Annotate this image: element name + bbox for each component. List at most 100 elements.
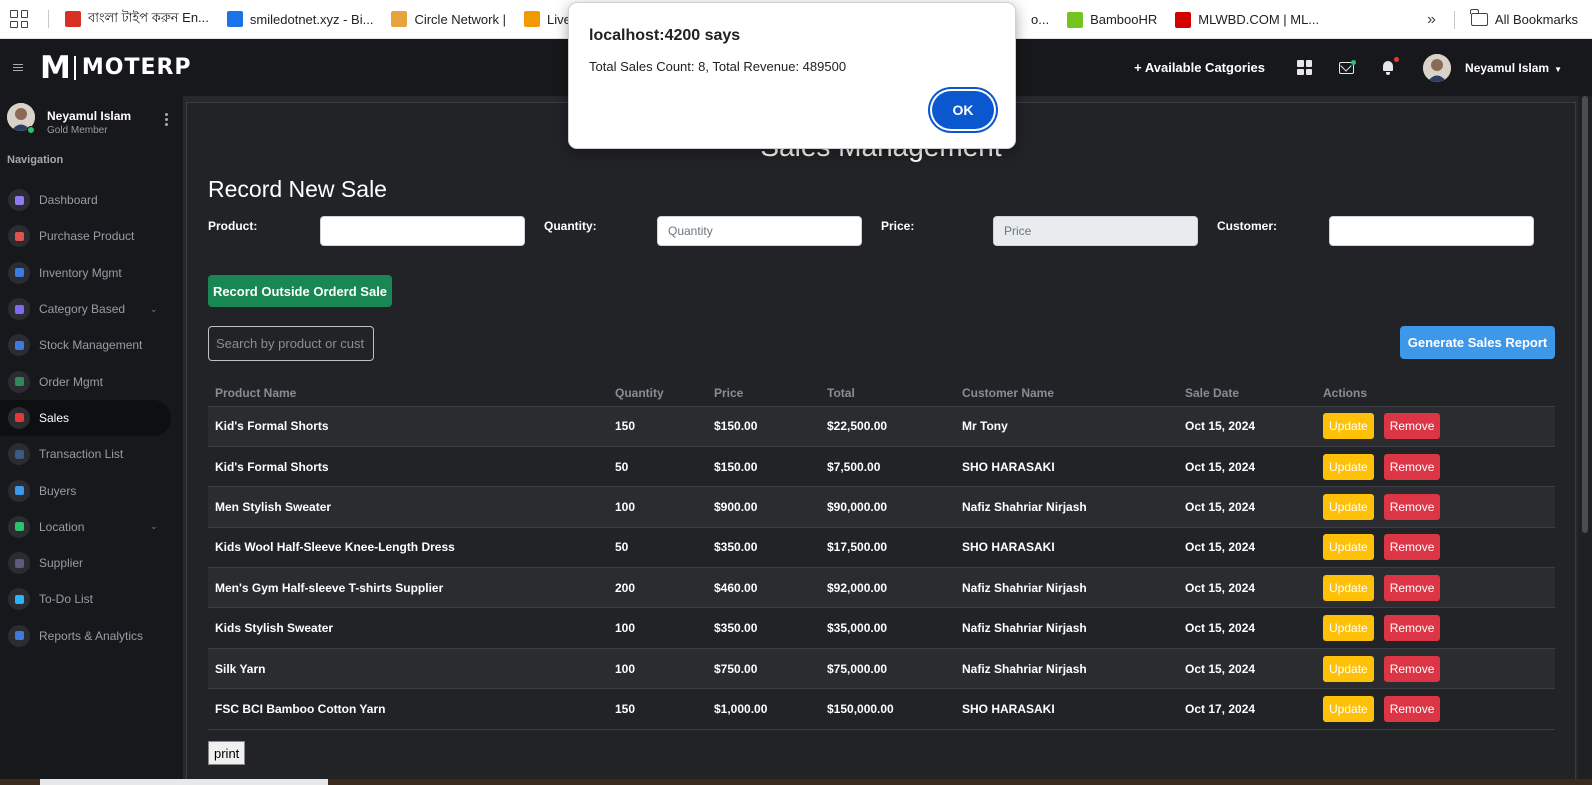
search-input[interactable]: Search by product or cust: [208, 326, 374, 361]
update-button[interactable]: Update: [1323, 655, 1374, 682]
bookmark-list-right: o... BambooHR MLWBD.COM | ML...: [1008, 0, 1337, 39]
update-button[interactable]: Update: [1323, 695, 1374, 722]
update-button[interactable]: Update: [1323, 413, 1374, 440]
sidebar-item-dashboard[interactable]: Dashboard: [0, 182, 183, 218]
bookmark-item[interactable]: বাংলা টাইপ করুন En...: [65, 9, 209, 30]
bookmark-item[interactable]: MLWBD.COM | ML...: [1175, 11, 1319, 28]
col-quantity: Quantity: [615, 385, 664, 400]
remove-button[interactable]: Remove: [1383, 695, 1441, 722]
update-button[interactable]: Update: [1323, 493, 1374, 520]
remove-button[interactable]: Remove: [1383, 534, 1441, 561]
bookmarks-right: » All Bookmarks: [1427, 0, 1578, 39]
sidebar-item-label: Sales: [39, 410, 70, 425]
customer-field[interactable]: [1329, 216, 1534, 246]
cell-customer: SHO HARASAKI: [955, 688, 1178, 730]
sidebar-item-purchase-product[interactable]: Purchase Product: [0, 218, 183, 254]
bell-icon[interactable]: [1381, 57, 1400, 75]
cell-product: Kids Wool Half-Sleeve Knee-Length Dress: [208, 526, 608, 568]
apps-icon[interactable]: [1297, 60, 1313, 75]
cell-product: Men's Gym Half-sleeve T-shirts Supplier: [208, 567, 608, 608]
nav-heading: Navigation: [7, 154, 64, 166]
logo-text: MOTERP: [81, 55, 192, 80]
generate-sales-report-button[interactable]: Generate Sales Report: [1400, 326, 1555, 359]
category-icon: [8, 298, 30, 321]
update-button[interactable]: Update: [1323, 534, 1374, 561]
cell-total: $35,000.00: [820, 607, 955, 649]
sidebar-item-label: Location: [39, 519, 85, 534]
sidebar-item-label: Transaction List: [39, 447, 124, 462]
bookmark-label: Circle Network |: [414, 11, 506, 27]
remove-button[interactable]: Remove: [1383, 574, 1441, 601]
cell-actions: Update Remove: [1316, 445, 1555, 487]
supplier-icon: [8, 552, 30, 575]
product-label: Product:: [208, 219, 258, 233]
bookmark-item[interactable]: Circle Network |: [391, 11, 506, 27]
app-logo[interactable]: M MOTERP: [40, 50, 192, 86]
update-button[interactable]: Update: [1323, 615, 1374, 642]
online-status-icon: [27, 126, 35, 134]
ok-button[interactable]: OK: [932, 91, 994, 129]
cell-customer: Nafiz Shahriar Nirjash: [955, 607, 1178, 649]
kebab-menu-icon[interactable]: [165, 113, 168, 126]
update-button[interactable]: Update: [1323, 574, 1374, 601]
bookmark-item[interactable]: BambooHR: [1067, 11, 1158, 28]
avatar[interactable]: [1423, 53, 1452, 82]
table-row: Kids Stylish Sweater 100 $350.00 $35,000.00…: [208, 607, 1555, 649]
cell-price: $150.00: [707, 445, 820, 487]
sidebar-item-category-based[interactable]: Category Based ⌄: [0, 291, 183, 327]
cell-quantity: 50: [608, 445, 707, 487]
remove-button[interactable]: Remove: [1383, 493, 1441, 520]
cell-customer: Nafiz Shahriar Nirjash: [955, 567, 1178, 608]
bookmark-favicon-icon: [65, 11, 81, 27]
sidebar-item-order-mgmt[interactable]: Order Mgmt: [0, 363, 183, 399]
sales-table-body: Kid's Formal Shorts 150 $150.00 $22,500.00 M…: [208, 405, 1555, 730]
quantity-label: Quantity:: [544, 219, 597, 233]
sidebar-item-transaction-list[interactable]: Transaction List: [0, 436, 183, 472]
sidebar-item-inventory-mgmt[interactable]: Inventory Mgmt: [0, 255, 183, 291]
cell-actions: Update Remove: [1316, 405, 1555, 447]
sales-table: Product Name Quantity Price Total Custom…: [208, 380, 1555, 730]
print-button[interactable]: print: [208, 741, 246, 765]
remove-button[interactable]: Remove: [1383, 453, 1441, 480]
cell-customer: SHO HARASAKI: [955, 526, 1178, 568]
menu-toggle-icon[interactable]: [13, 64, 23, 71]
record-outside-sale-button[interactable]: Record Outside Orderd Sale: [208, 275, 392, 307]
update-button[interactable]: Update: [1323, 453, 1374, 480]
sidebar-item-stock-management[interactable]: Stock Management: [0, 327, 183, 363]
bookmark-favicon-icon: [226, 11, 243, 27]
header-user-name[interactable]: Neyamul Islam ▼: [1465, 61, 1562, 75]
section-title: Record New Sale: [208, 176, 387, 202]
mail-icon[interactable]: [1339, 59, 1357, 74]
bookmark-item[interactable]: smiledotnet.xyz - Bi...: [226, 11, 374, 27]
all-bookmarks-link[interactable]: All Bookmarks: [1495, 12, 1578, 27]
list-icon: [8, 225, 30, 248]
bookmark-label: smiledotnet.xyz - Bi...: [249, 11, 374, 27]
cell-date: Oct 15, 2024: [1178, 647, 1316, 689]
remove-button[interactable]: Remove: [1383, 413, 1441, 440]
transaction-icon: [8, 443, 30, 466]
more-bookmarks-icon[interactable]: »: [1427, 11, 1436, 29]
available-categories-link[interactable]: + Available Catgories: [1134, 60, 1265, 75]
sidebar-item-sales[interactable]: Sales: [0, 399, 171, 437]
sidebar-user-name: Neyamul Islam: [47, 109, 132, 123]
remove-button[interactable]: Remove: [1383, 655, 1441, 682]
product-field[interactable]: [320, 216, 525, 246]
sidebar-item-supplier[interactable]: Supplier: [0, 545, 183, 581]
scrollbar-thumb[interactable]: [1582, 96, 1588, 533]
cell-total: $7,500.00: [820, 445, 955, 487]
remove-button[interactable]: Remove: [1383, 615, 1441, 642]
reports-icon: [8, 624, 30, 647]
cell-total: $17,500.00: [820, 526, 955, 568]
bookmark-label: BambooHR: [1090, 12, 1158, 27]
sidebar-item-location[interactable]: Location ⌄: [0, 509, 183, 545]
price-field: Price: [993, 216, 1198, 246]
sidebar-item-buyers[interactable]: Buyers: [0, 472, 183, 508]
price-label: Price:: [881, 219, 915, 233]
quantity-field[interactable]: Quantity: [657, 216, 862, 246]
bookmark-favicon-icon: [523, 11, 540, 27]
sidebar-item-label: Category Based: [39, 302, 126, 317]
sidebar-item-to-do-list[interactable]: To-Do List: [0, 581, 183, 617]
apps-grid-icon[interactable]: [10, 10, 28, 28]
cell-actions: Update Remove: [1316, 607, 1555, 649]
sidebar-item-reports-analytics[interactable]: Reports & Analytics: [0, 618, 183, 654]
